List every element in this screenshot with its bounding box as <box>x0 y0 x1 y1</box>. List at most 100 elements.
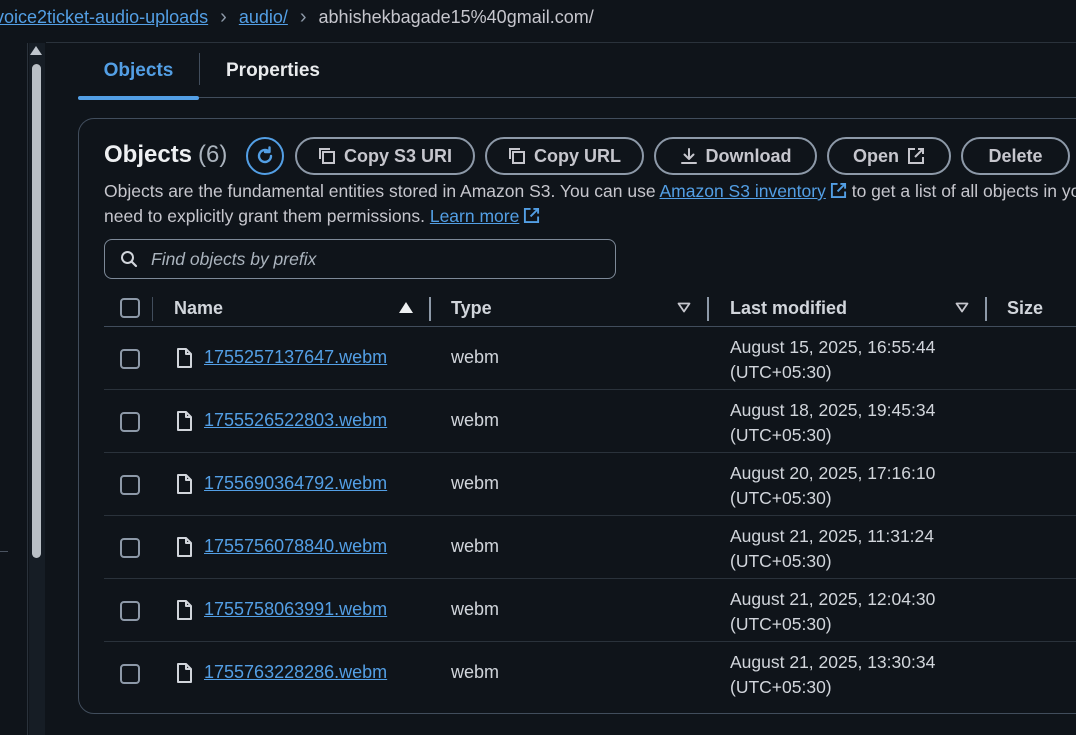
object-name-link[interactable]: 1755758063991.webm <box>204 599 387 620</box>
column-type-label: Type <box>451 297 492 318</box>
tab-properties[interactable]: Properties <box>226 43 320 98</box>
copy-url-label: Copy URL <box>534 145 621 166</box>
open-label: Open <box>852 145 899 166</box>
description-text-2: to get a list of all objects in your buc… <box>851 181 1076 201</box>
row-checkbox[interactable] <box>120 538 140 558</box>
table-row: 1755690364792.webm webm August 20, 2025,… <box>104 453 1076 516</box>
file-icon <box>177 474 192 494</box>
objects-count: (6) <box>198 141 228 168</box>
select-all-checkbox[interactable] <box>120 298 140 318</box>
s3-inventory-link[interactable]: Amazon S3 inventory <box>660 181 847 201</box>
object-last-modified: August 21, 2025, 12:04:30 (UTC+05:30) <box>730 587 935 636</box>
learn-more-link[interactable]: Learn more <box>430 206 541 226</box>
modified-timezone: (UTC+05:30) <box>730 550 832 571</box>
description-text-3: need to explicitly grant them permission… <box>104 206 430 226</box>
column-header-last-modified[interactable]: Last modified <box>730 289 847 327</box>
open-button[interactable]: Open <box>827 137 951 175</box>
object-last-modified: August 20, 2025, 17:16:10 (UTC+05:30) <box>730 461 935 510</box>
table-row: 1755763228286.webm webm August 21, 2025,… <box>104 642 1076 705</box>
row-checkbox[interactable] <box>120 475 140 495</box>
copy-icon <box>509 148 525 164</box>
copy-url-button[interactable]: Copy URL <box>485 137 644 175</box>
object-type: webm <box>451 347 500 367</box>
objects-panel: Objects (6) Copy S3 URI Copy URL Downloa… <box>78 118 1076 714</box>
sort-descending-icon[interactable] <box>677 302 691 313</box>
object-type: webm <box>451 662 500 682</box>
column-name-label: Name <box>174 297 224 318</box>
column-header-type[interactable]: Type <box>451 289 492 327</box>
copy-icon <box>318 148 335 164</box>
row-checkbox[interactable] <box>120 412 140 432</box>
table-row: 1755756078840.webm webm August 21, 2025,… <box>104 516 1076 579</box>
object-last-modified: August 21, 2025, 11:31:24 (UTC+05:30) <box>730 524 934 573</box>
description-text-1: Objects are the fundamental entities sto… <box>104 181 660 201</box>
modified-date: August 21, 2025, 11:31:24 <box>730 526 935 546</box>
column-last-modified-label: Last modified <box>730 297 848 318</box>
row-checkbox[interactable] <box>120 664 140 684</box>
breadcrumb-folder-link[interactable]: audio/ <box>239 7 288 28</box>
object-type: webm <box>451 536 500 556</box>
column-resizer[interactable] <box>985 297 987 321</box>
external-link-icon <box>830 182 846 199</box>
column-header-name[interactable]: Name <box>174 289 223 327</box>
table-header: Name Type Last modified Size <box>104 289 1076 327</box>
object-type: webm <box>451 473 500 493</box>
search-input[interactable] <box>149 240 609 278</box>
row-checkbox[interactable] <box>120 349 140 369</box>
s3-inventory-link-label: Amazon S3 inventory <box>659 181 826 201</box>
objects-title: Objects (6) <box>104 141 227 169</box>
column-resizer[interactable] <box>707 297 709 321</box>
modified-timezone: (UTC+05:30) <box>730 676 832 697</box>
object-name-link[interactable]: 1755526522803.webm <box>204 410 387 431</box>
object-type: webm <box>451 410 500 430</box>
side-mark <box>0 551 8 552</box>
modified-date: August 21, 2025, 13:30:34 <box>730 652 936 672</box>
object-type: webm <box>451 599 500 619</box>
learn-more-label: Learn more <box>429 206 520 226</box>
delete-button[interactable]: Delete <box>961 137 1070 175</box>
objects-description: Objects are the fundamental entities sto… <box>104 179 1076 229</box>
file-icon <box>177 348 192 368</box>
refresh-icon <box>257 146 273 164</box>
search-icon <box>121 251 138 268</box>
object-name-link[interactable]: 1755763228286.webm <box>204 662 387 683</box>
modified-timezone: (UTC+05:30) <box>730 613 832 634</box>
tab-objects[interactable]: Objects <box>78 43 199 100</box>
sort-descending-icon[interactable] <box>955 302 969 313</box>
scroll-up-arrow-icon[interactable] <box>30 46 42 55</box>
sort-ascending-icon[interactable] <box>399 302 413 313</box>
breadcrumb-bucket-link[interactable]: voice2ticket-audio-uploads <box>0 7 208 28</box>
file-icon <box>177 663 192 683</box>
column-resizer[interactable] <box>429 297 431 321</box>
download-button[interactable]: Download <box>654 137 817 175</box>
tab-bar: Objects Properties <box>78 43 1076 100</box>
refresh-button[interactable] <box>246 137 284 175</box>
column-header-size[interactable]: Size <box>1007 289 1043 327</box>
side-divider <box>27 43 28 735</box>
object-last-modified: August 15, 2025, 16:55:44 (UTC+05:30) <box>730 335 935 384</box>
modified-date: August 18, 2025, 19:45:34 <box>730 400 936 420</box>
modified-timezone: (UTC+05:30) <box>730 487 832 508</box>
modified-timezone: (UTC+05:30) <box>730 361 832 382</box>
external-link-icon <box>908 148 924 164</box>
modified-date: August 21, 2025, 12:04:30 <box>730 589 936 609</box>
object-last-modified: August 21, 2025, 13:30:34 (UTC+05:30) <box>730 650 935 699</box>
copy-s3-uri-label: Copy S3 URI <box>343 145 453 166</box>
object-last-modified: August 18, 2025, 19:45:34 (UTC+05:30) <box>730 398 935 447</box>
tab-divider <box>199 53 200 85</box>
modified-timezone: (UTC+05:30) <box>730 424 832 445</box>
scrollbar-thumb[interactable] <box>32 64 41 558</box>
breadcrumb: voice2ticket-audio-uploads › audio/ › ab… <box>0 0 1076 34</box>
row-checkbox[interactable] <box>120 601 140 621</box>
breadcrumb-current: abhishekbagade15%40gmail.com/ <box>318 6 594 27</box>
external-link-icon <box>524 207 540 224</box>
object-name-link[interactable]: 1755257137647.webm <box>204 347 387 368</box>
delete-label: Delete <box>988 145 1043 166</box>
object-name-link[interactable]: 1755756078840.webm <box>204 536 387 557</box>
search-box <box>104 239 616 279</box>
table-row: 1755526522803.webm webm August 18, 2025,… <box>104 390 1076 453</box>
download-label: Download <box>705 145 792 166</box>
object-name-link[interactable]: 1755690364792.webm <box>204 473 387 494</box>
copy-s3-uri-button[interactable]: Copy S3 URI <box>295 137 475 175</box>
file-icon <box>177 411 192 431</box>
